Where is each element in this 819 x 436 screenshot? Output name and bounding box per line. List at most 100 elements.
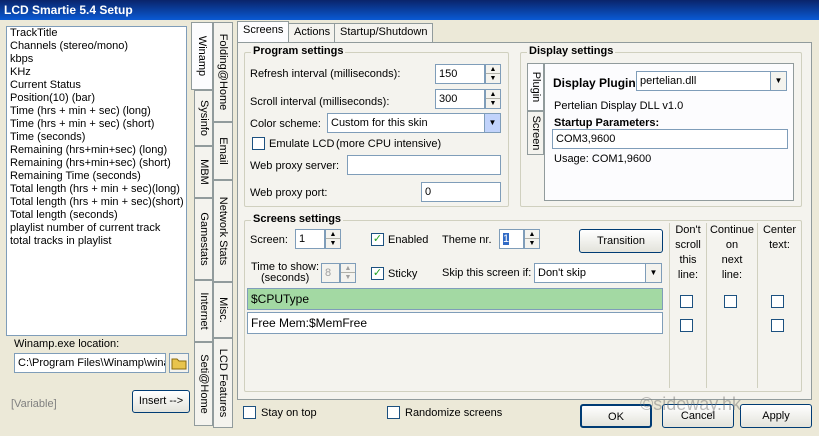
list-item[interactable]: Position(10) (bar)	[7, 92, 186, 105]
randomize-screens-checkbox[interactable]	[387, 406, 400, 419]
screen-number-spinner[interactable]: ▲ ▼	[325, 229, 341, 249]
variable-list[interactable]: TrackTitle Channels (stereo/mono) kbps KHz C…	[6, 26, 187, 336]
list-item[interactable]: kbps	[7, 53, 186, 66]
list-item[interactable]: Total length (seconds)	[7, 209, 186, 222]
column-divider	[669, 223, 670, 388]
tab-gamestats[interactable]: Gamestats	[194, 198, 213, 280]
refresh-interval-input[interactable]: 150	[435, 64, 485, 84]
browse-folder-button[interactable]	[169, 353, 189, 373]
line1-continue-checkbox[interactable]	[724, 295, 737, 308]
list-item[interactable]: Channels (stereo/mono)	[7, 40, 186, 53]
list-item[interactable]: Total length (hrs + min + sec)(long)	[7, 183, 186, 196]
skip-screen-label: Skip this screen if:	[442, 267, 532, 279]
tab-network-stats[interactable]: Network Stats	[213, 180, 233, 282]
emulate-lcd-hint: (more CPU intensive)	[336, 138, 442, 150]
time-to-show-spinner[interactable]: ▲ ▼	[340, 263, 356, 283]
list-item[interactable]: Remaining Time (seconds)	[7, 170, 186, 183]
list-item[interactable]: Current Status	[7, 79, 186, 92]
spin-down-icon[interactable]: ▼	[525, 239, 539, 248]
startup-parameters-input[interactable]: COM3,9600	[552, 129, 788, 149]
insert-button[interactable]: Insert -->	[132, 390, 190, 413]
list-item[interactable]: KHz	[7, 66, 186, 79]
theme-number-input[interactable]: 1	[499, 229, 524, 249]
scroll-interval-input[interactable]: 300	[435, 89, 485, 109]
spin-up-icon[interactable]: ▲	[525, 230, 539, 239]
tab-startup-shutdown[interactable]: Startup/Shutdown	[334, 23, 434, 42]
time-to-show-line2: (seconds)	[261, 272, 310, 284]
plugin-description: Pertelian Display DLL v1.0	[554, 100, 684, 112]
chevron-down-icon[interactable]: ▼	[484, 114, 500, 132]
dont-scroll-header-w2: scroll	[675, 239, 701, 251]
color-scheme-value: Custom for this skin	[331, 117, 428, 129]
tab-folding-at-home[interactable]: Folding@Home	[213, 22, 233, 122]
spin-up-icon[interactable]: ▲	[326, 230, 340, 239]
proxy-server-label: Web proxy server:	[250, 160, 340, 172]
list-item[interactable]: playlist number of current track	[7, 222, 186, 235]
stay-on-top-checkbox[interactable]	[243, 406, 256, 419]
list-item[interactable]: Total length (hrs + min + sec)(short)	[7, 196, 186, 209]
apply-button[interactable]: Apply	[740, 404, 812, 428]
screen-number-input[interactable]: 1	[295, 229, 325, 249]
list-item[interactable]: Remaining (hrs+min+sec) (long)	[7, 144, 186, 157]
line1-dont-scroll-checkbox[interactable]	[680, 295, 693, 308]
dont-scroll-header-w4: line:	[677, 269, 699, 281]
screens-panel: Program settings Refresh interval (milli…	[237, 42, 812, 400]
tab-mbm[interactable]: MBM	[194, 146, 213, 198]
winamp-location-input[interactable]: C:\Program Files\Winamp\wina	[14, 353, 166, 373]
line2-dont-scroll-checkbox[interactable]	[680, 319, 693, 332]
theme-number-spinner[interactable]: ▲ ▼	[524, 229, 540, 249]
proxy-server-input[interactable]	[347, 155, 501, 175]
watermark: ©sideway.hk	[640, 394, 741, 414]
emulate-lcd-checkbox[interactable]	[252, 137, 265, 150]
display-plugin-select[interactable]: pertelian.dll ▼	[636, 71, 787, 91]
spin-down-icon[interactable]: ▼	[486, 74, 500, 83]
list-item[interactable]: total tracks in playlist	[7, 235, 186, 248]
continue-header-w3: next	[721, 254, 743, 266]
tab-winamp[interactable]: Winamp	[191, 22, 213, 90]
spin-down-icon[interactable]: ▼	[326, 239, 340, 248]
tab-actions[interactable]: Actions	[288, 23, 337, 42]
line1-center-checkbox[interactable]	[771, 295, 784, 308]
theme-number-value: 1	[503, 233, 510, 245]
setup-window: LCD Smartie 5.4 Setup TrackTitle Channels…	[0, 0, 819, 436]
tab-misc[interactable]: Misc.	[213, 282, 233, 338]
spin-up-icon[interactable]: ▲	[341, 264, 355, 273]
spin-down-icon[interactable]: ▼	[486, 99, 500, 108]
line2-center-checkbox[interactable]	[771, 319, 784, 332]
proxy-port-label: Web proxy port:	[250, 187, 328, 199]
time-to-show-input[interactable]: 8	[321, 263, 340, 283]
list-item[interactable]: Remaining (hrs+min+sec) (short)	[7, 157, 186, 170]
color-scheme-select[interactable]: Custom for this skin ▼	[327, 113, 501, 133]
tab-plugin[interactable]: Plugin	[527, 63, 544, 111]
continue-header-w4: line:	[721, 269, 743, 281]
list-item[interactable]: Time (seconds)	[7, 131, 186, 144]
chevron-down-icon[interactable]: ▼	[645, 264, 661, 282]
list-item[interactable]: Time (hrs + min + sec) (long)	[7, 105, 186, 118]
sticky-label: Sticky	[388, 268, 418, 280]
plugin-usage-text: Usage: COM1,9600	[554, 153, 652, 165]
chevron-down-icon[interactable]: ▼	[770, 72, 786, 90]
transition-button[interactable]: Transition	[579, 229, 663, 253]
tab-screen[interactable]: Screen	[527, 111, 544, 155]
enabled-checkbox[interactable]: ✓	[371, 233, 384, 246]
proxy-port-input[interactable]: 0	[421, 182, 501, 202]
screen-line-1-input[interactable]: $CPUType	[247, 288, 663, 310]
spin-up-icon[interactable]: ▲	[486, 90, 500, 99]
sticky-checkbox[interactable]: ✓	[371, 267, 384, 280]
scroll-interval-spinner[interactable]: ▲ ▼	[485, 89, 501, 109]
list-item[interactable]: TrackTitle	[7, 27, 186, 40]
refresh-interval-spinner[interactable]: ▲ ▼	[485, 64, 501, 84]
spin-up-icon[interactable]: ▲	[486, 65, 500, 74]
spin-down-icon[interactable]: ▼	[341, 273, 355, 282]
emulate-lcd-label: Emulate LCD	[269, 138, 335, 150]
tab-email[interactable]: Email	[213, 122, 233, 180]
tab-screens[interactable]: Screens	[237, 21, 290, 43]
tab-internet[interactable]: Internet	[194, 280, 213, 342]
screen-line-2-input[interactable]: Free Mem:$MemFree	[247, 312, 663, 334]
tab-seti-at-home[interactable]: Seti@Home	[194, 342, 213, 426]
skip-screen-select[interactable]: Don't skip ▼	[534, 263, 662, 283]
tab-sysinfo[interactable]: Sysinfo	[194, 90, 213, 146]
center-text-header: Center text:	[758, 223, 801, 253]
tab-lcd-features[interactable]: LCD Features	[213, 338, 233, 428]
list-item[interactable]: Time (hrs + min + sec) (short)	[7, 118, 186, 131]
